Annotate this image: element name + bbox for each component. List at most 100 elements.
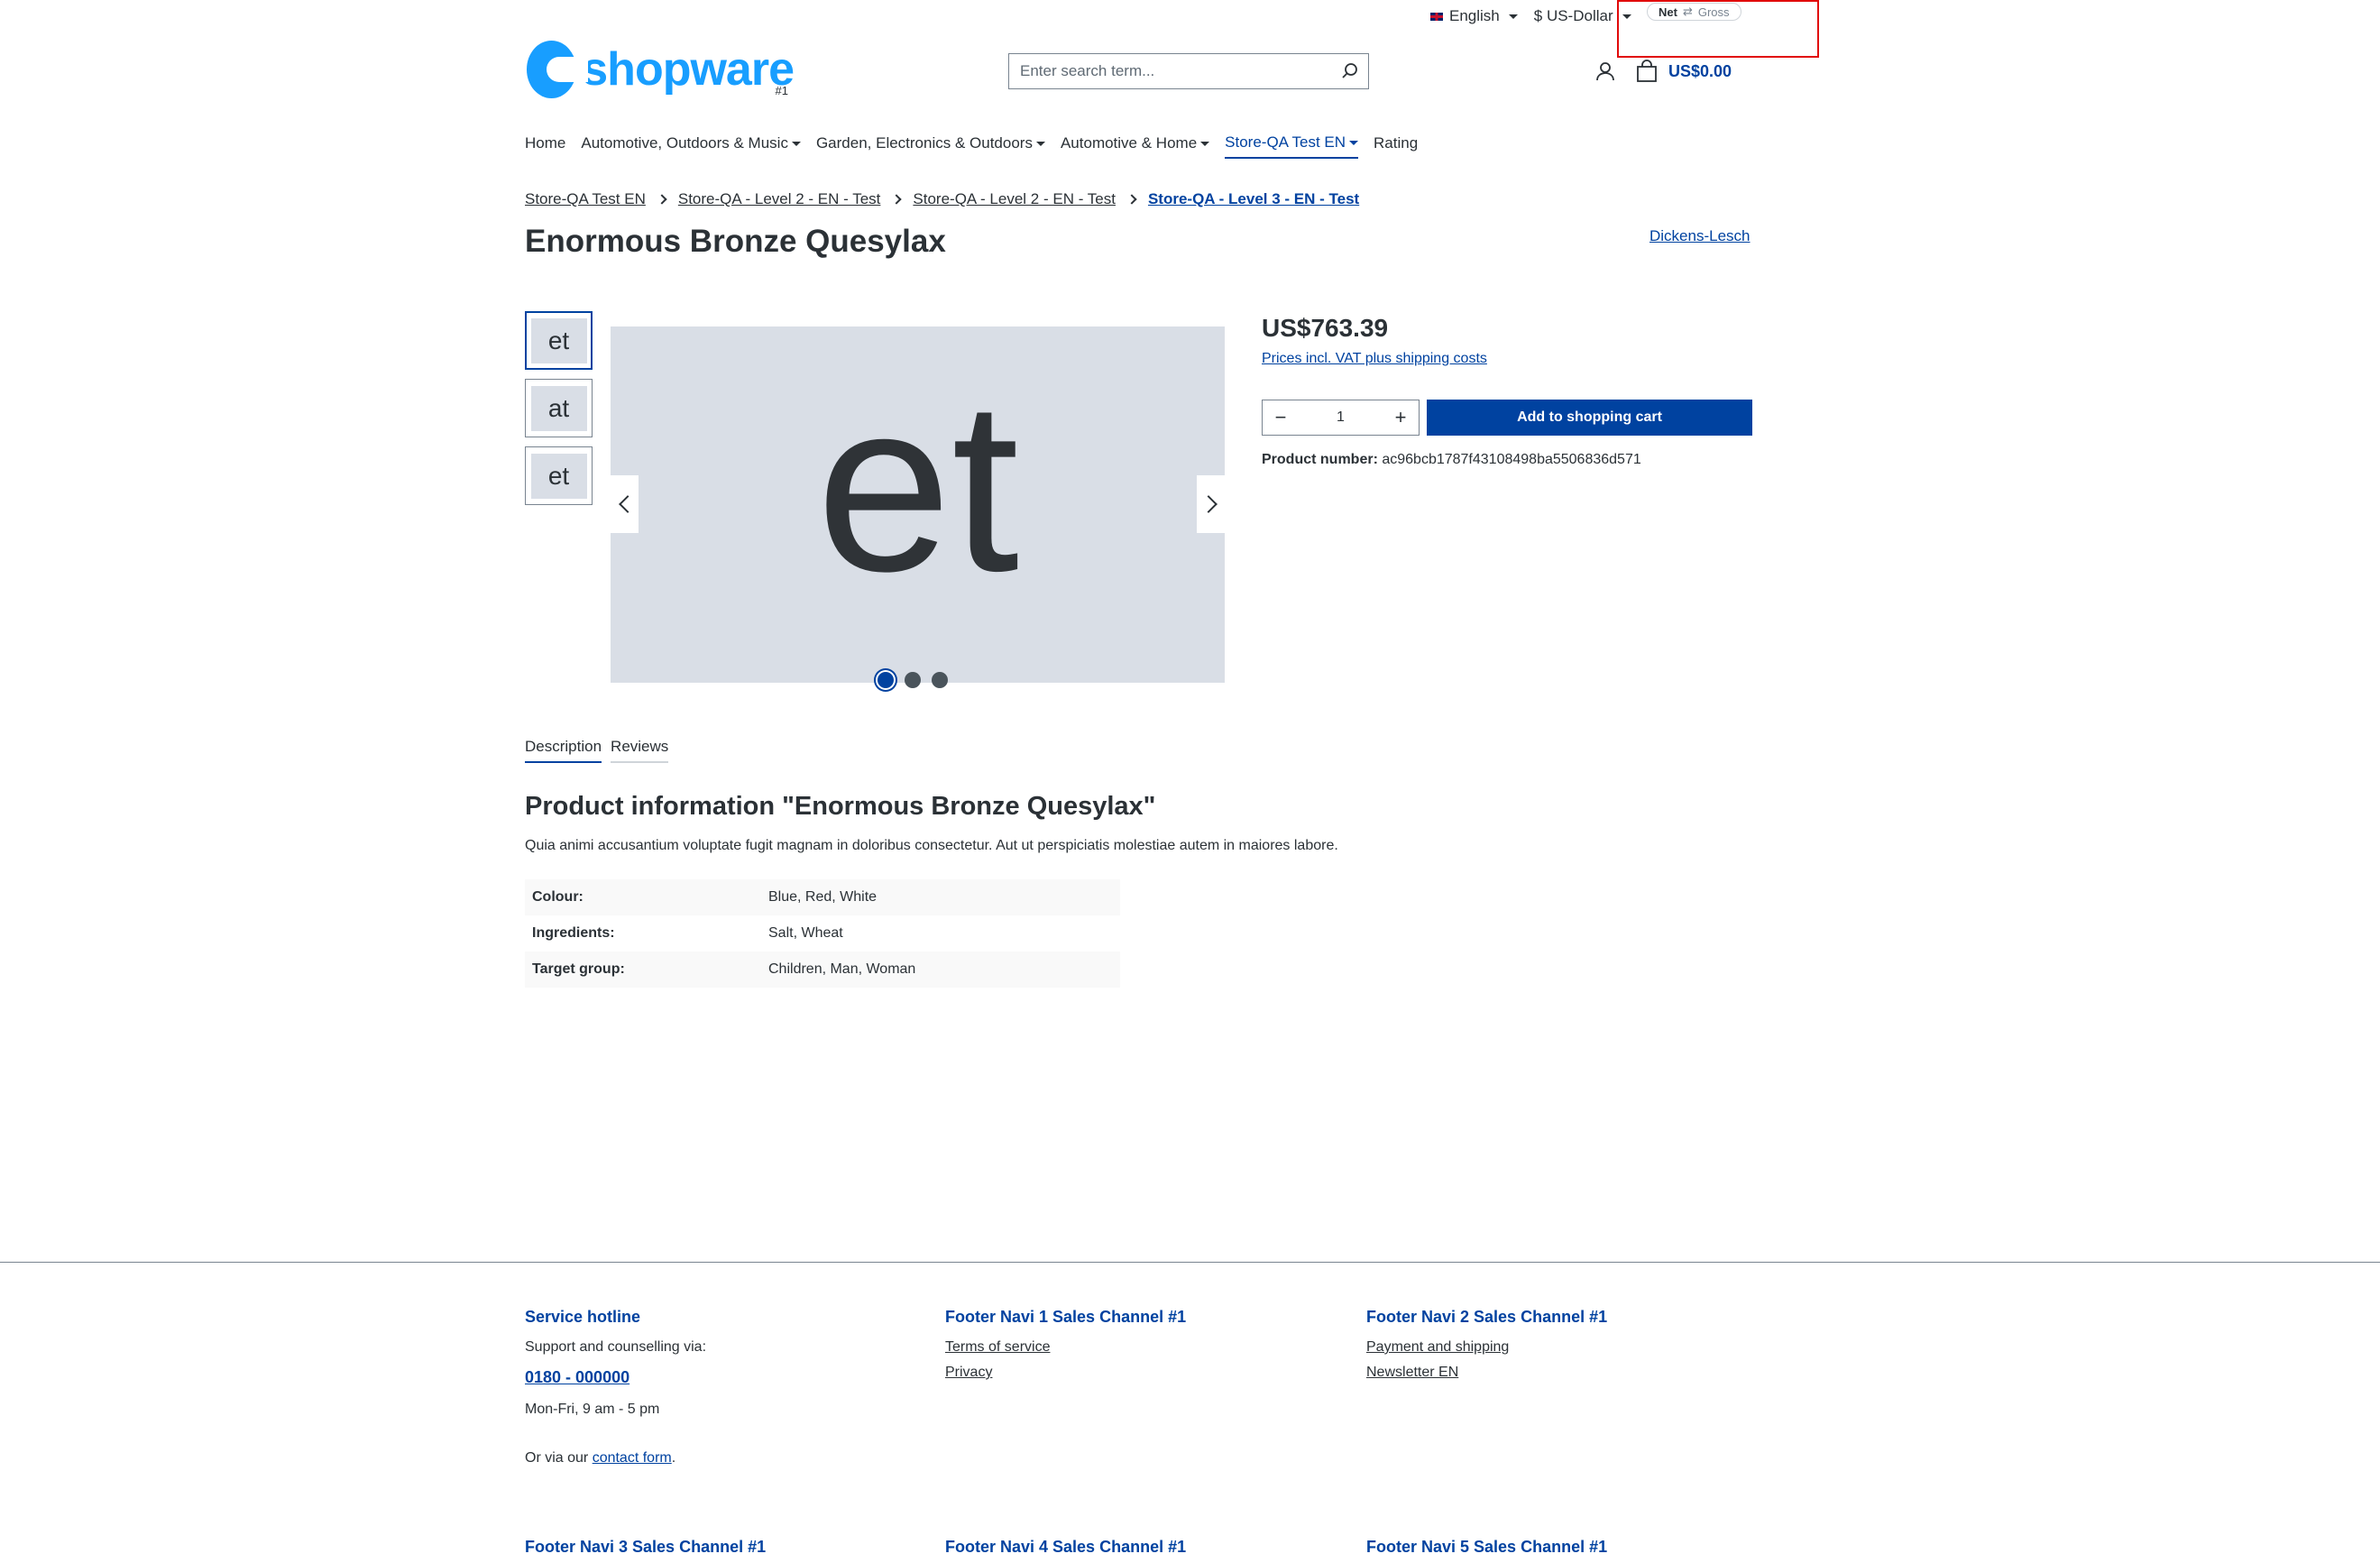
cart-button[interactable]: US$0.00 (1636, 58, 1732, 85)
footer-heading: Footer Navi 1 Sales Channel #1 (945, 1308, 1187, 1326)
gallery-dot[interactable] (932, 672, 948, 688)
chevron-right-icon (657, 194, 667, 205)
nav-item-rating[interactable]: Rating (1374, 133, 1418, 159)
footer-link[interactable]: Payment and shipping (1366, 1339, 1607, 1356)
contact-form-link[interactable]: contact form (593, 1450, 672, 1466)
logo-sub: #1 (775, 84, 788, 97)
gallery-prev-button[interactable] (611, 475, 639, 533)
language-label: English (1449, 7, 1500, 24)
nav-item-home[interactable]: Home (525, 133, 565, 159)
top-bar: English $ US-Dollar (1429, 4, 1631, 29)
table-row: Colour: Blue, Red, White (525, 879, 1120, 915)
nav-item-automotive-outdoors-music[interactable]: Automotive, Outdoors & Music (581, 133, 801, 159)
table-row: Ingredients: Salt, Wheat (525, 915, 1120, 952)
footer-hotline: Service hotline Support and counselling … (525, 1308, 706, 1479)
quantity-stepper: − + (1262, 400, 1420, 436)
footer-navi-2: Footer Navi 2 Sales Channel #1 Payment a… (1366, 1308, 1607, 1390)
currency-label: $ US-Dollar (1533, 7, 1613, 24)
quantity-input[interactable] (1299, 409, 1383, 426)
nav-item-garden-electronics-outdoors[interactable]: Garden, Electronics & Outdoors (816, 133, 1045, 159)
product-number-value: ac96bcb1787f43108498ba5506836d571 (1382, 452, 1641, 467)
description-text: Quia animi accusantium voluptate fugit m… (525, 838, 1338, 853)
gallery-dot[interactable] (878, 672, 894, 688)
footer-heading[interactable]: Footer Navi 3 Sales Channel #1 (525, 1538, 766, 1557)
footer-heading[interactable]: Footer Navi 4 Sales Channel #1 (945, 1538, 1186, 1557)
shop-logo[interactable]: shopware #1 (527, 38, 795, 101)
breadcrumb: Store-QA Test EN Store-QA - Level 2 - EN… (525, 190, 1359, 208)
contact-suffix: . (671, 1450, 676, 1466)
properties-table: Colour: Blue, Red, White Ingredients: Salt… (525, 879, 1120, 988)
phone-link[interactable]: 0180 - 000000 (525, 1368, 706, 1387)
vat-shipping-link[interactable]: Prices incl. VAT plus shipping costs (1262, 351, 1487, 367)
chevron-right-icon (891, 194, 903, 205)
tab-description[interactable]: Description (525, 738, 602, 763)
search-input[interactable] (1020, 62, 1332, 80)
footer: Service hotline Support and counselling … (0, 1262, 2380, 1563)
chevron-right-icon (1126, 194, 1137, 205)
nav-label: Rating (1374, 134, 1419, 152)
chevron-down-icon (1200, 141, 1210, 146)
footer-link[interactable]: Privacy (945, 1365, 1186, 1381)
thumbnail-image: at (530, 385, 587, 431)
breadcrumb-item[interactable]: Store-QA - Level 2 - EN - Test (913, 190, 1116, 208)
tab-reviews[interactable]: Reviews (611, 738, 669, 763)
search-button[interactable] (1332, 54, 1368, 88)
nav-label: Store-QA Test EN (1225, 133, 1346, 151)
add-to-cart-button[interactable]: Add to shopping cart (1427, 400, 1752, 436)
bag-icon (1637, 60, 1657, 82)
user-icon (1596, 62, 1614, 81)
property-value: Blue, Red, White (768, 889, 878, 905)
cart-amount: US$0.00 (1668, 61, 1732, 80)
thumbnail[interactable]: et (525, 311, 593, 370)
search-icon (1342, 63, 1357, 78)
footer-heading[interactable]: Footer Navi 5 Sales Channel #1 (1366, 1538, 1607, 1557)
gallery-next-button[interactable] (1197, 475, 1225, 533)
search-bar (1008, 53, 1369, 89)
logo-text: shopware (582, 43, 795, 96)
product-price: US$763.39 (1262, 314, 1389, 342)
contact-text: Or via our contact form. (525, 1450, 706, 1466)
footer-heading: Service hotline (525, 1308, 641, 1326)
breadcrumb-item[interactable]: Store-QA Test EN (525, 190, 646, 208)
breadcrumb-current[interactable]: Store-QA - Level 3 - EN - Test (1148, 190, 1359, 208)
breadcrumb-item[interactable]: Store-QA - Level 2 - EN - Test (678, 190, 881, 208)
chevron-down-icon (1035, 141, 1045, 146)
thumbnail[interactable]: at (525, 379, 593, 437)
product-title: Enormous Bronze Quesylax (525, 224, 946, 259)
gallery-dots (878, 672, 948, 688)
hours-text: Mon-Fri, 9 am - 5 pm (525, 1402, 660, 1417)
chevron-down-icon (1508, 14, 1518, 19)
quantity-increase-button[interactable]: + (1383, 400, 1419, 435)
main-image-text: et (815, 350, 1020, 622)
footer-link[interactable]: Newsletter EN (1366, 1365, 1607, 1381)
contact-prefix: Or via our (525, 1450, 593, 1466)
product-number: Product number: ac96bcb1787f43108498ba55… (1262, 452, 1641, 468)
main-navigation: Home Automotive, Outdoors & Music Garden… (525, 133, 1418, 159)
gallery-dot[interactable] (905, 672, 921, 688)
property-value: Salt, Wheat (768, 925, 843, 941)
support-text: Support and counselling via: (525, 1339, 707, 1355)
nav-label: Automotive & Home (1060, 134, 1198, 152)
property-value: Children, Man, Woman (768, 961, 916, 977)
product-main-image[interactable]: et (611, 326, 1225, 683)
manufacturer-link[interactable]: Dickens-Lesch (1649, 227, 1751, 245)
chevron-down-icon (791, 141, 801, 146)
nav-label: Automotive, Outdoors & Music (581, 134, 788, 152)
thumbnail[interactable]: et (525, 446, 593, 505)
description-title: Product information "Enormous Bronze Que… (525, 792, 1156, 821)
nav-item-store-qa-test[interactable]: Store-QA Test EN (1225, 133, 1359, 159)
account-button[interactable] (1594, 60, 1616, 82)
property-key: Colour: (532, 889, 584, 905)
property-key: Target group: (532, 961, 625, 977)
quantity-decrease-button[interactable]: − (1263, 400, 1299, 435)
thumbnail-image: et (530, 453, 587, 499)
nav-item-automotive-home[interactable]: Automotive & Home (1060, 133, 1210, 159)
language-selector[interactable]: English (1429, 7, 1518, 25)
logo-mark-icon (527, 41, 589, 98)
footer-navi-1: Footer Navi 1 Sales Channel #1 Terms of … (945, 1308, 1186, 1390)
nav-label: Home (525, 134, 566, 152)
thumbnail-image: et (530, 317, 587, 363)
product-number-label: Product number: (1262, 452, 1378, 467)
thumbnail-list: et at et (525, 311, 593, 505)
footer-link[interactable]: Terms of service (945, 1339, 1186, 1356)
